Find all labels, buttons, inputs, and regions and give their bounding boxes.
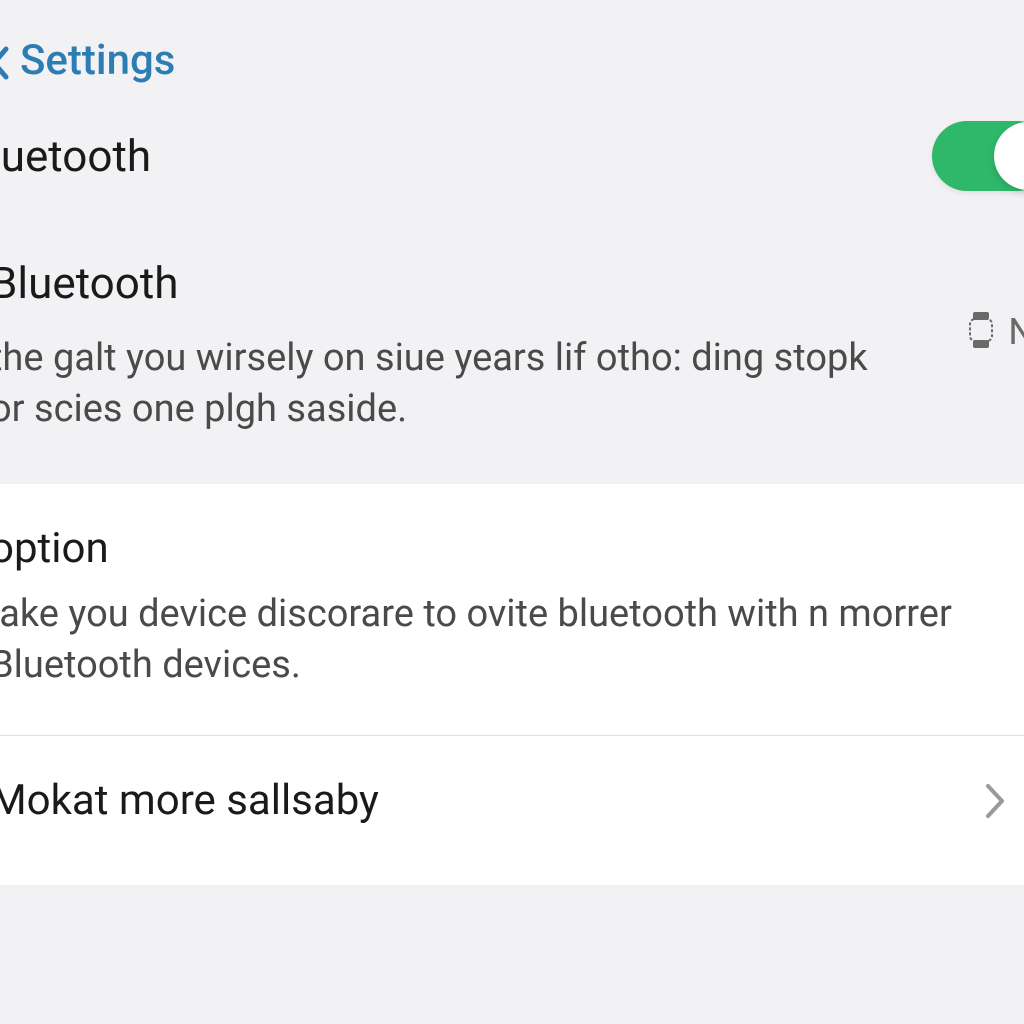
watch-icon [958,307,1004,357]
watch-badge: N [958,307,1024,357]
discoverable-option[interactable]: option lake you device discorare to ovit… [0,524,1024,736]
toggle-knob [994,122,1024,190]
option-title: option [0,524,1024,573]
bluetooth-toggle-label: luetooth [0,130,151,182]
option-description: lake you device discorare to ovite bluet… [0,589,1024,692]
bluetooth-toggle[interactable] [932,121,1024,191]
more-options-row[interactable]: Mokat more sallsaby [0,736,1024,845]
watch-badge-text: N [1008,311,1024,353]
bluetooth-toggle-row: luetooth [0,113,1024,239]
bluetooth-info-description: the galt you wirsely on siue years lif o… [0,333,890,436]
bluetooth-info-text: Bluetooth the galt you wirsely on siue y… [0,257,958,436]
back-label: Settings [20,36,175,85]
bluetooth-info-title: Bluetooth [0,257,958,309]
bluetooth-info-section: Bluetooth the galt you wirsely on siue y… [0,239,1024,484]
chevron-left-icon [0,43,10,79]
nav-row-label: Mokat more sallsaby [0,776,379,825]
chevron-right-icon [984,782,1006,820]
header: Settings [0,0,1024,113]
options-section: option lake you device discorare to ovit… [0,484,1024,886]
back-button[interactable]: Settings [0,36,1024,85]
